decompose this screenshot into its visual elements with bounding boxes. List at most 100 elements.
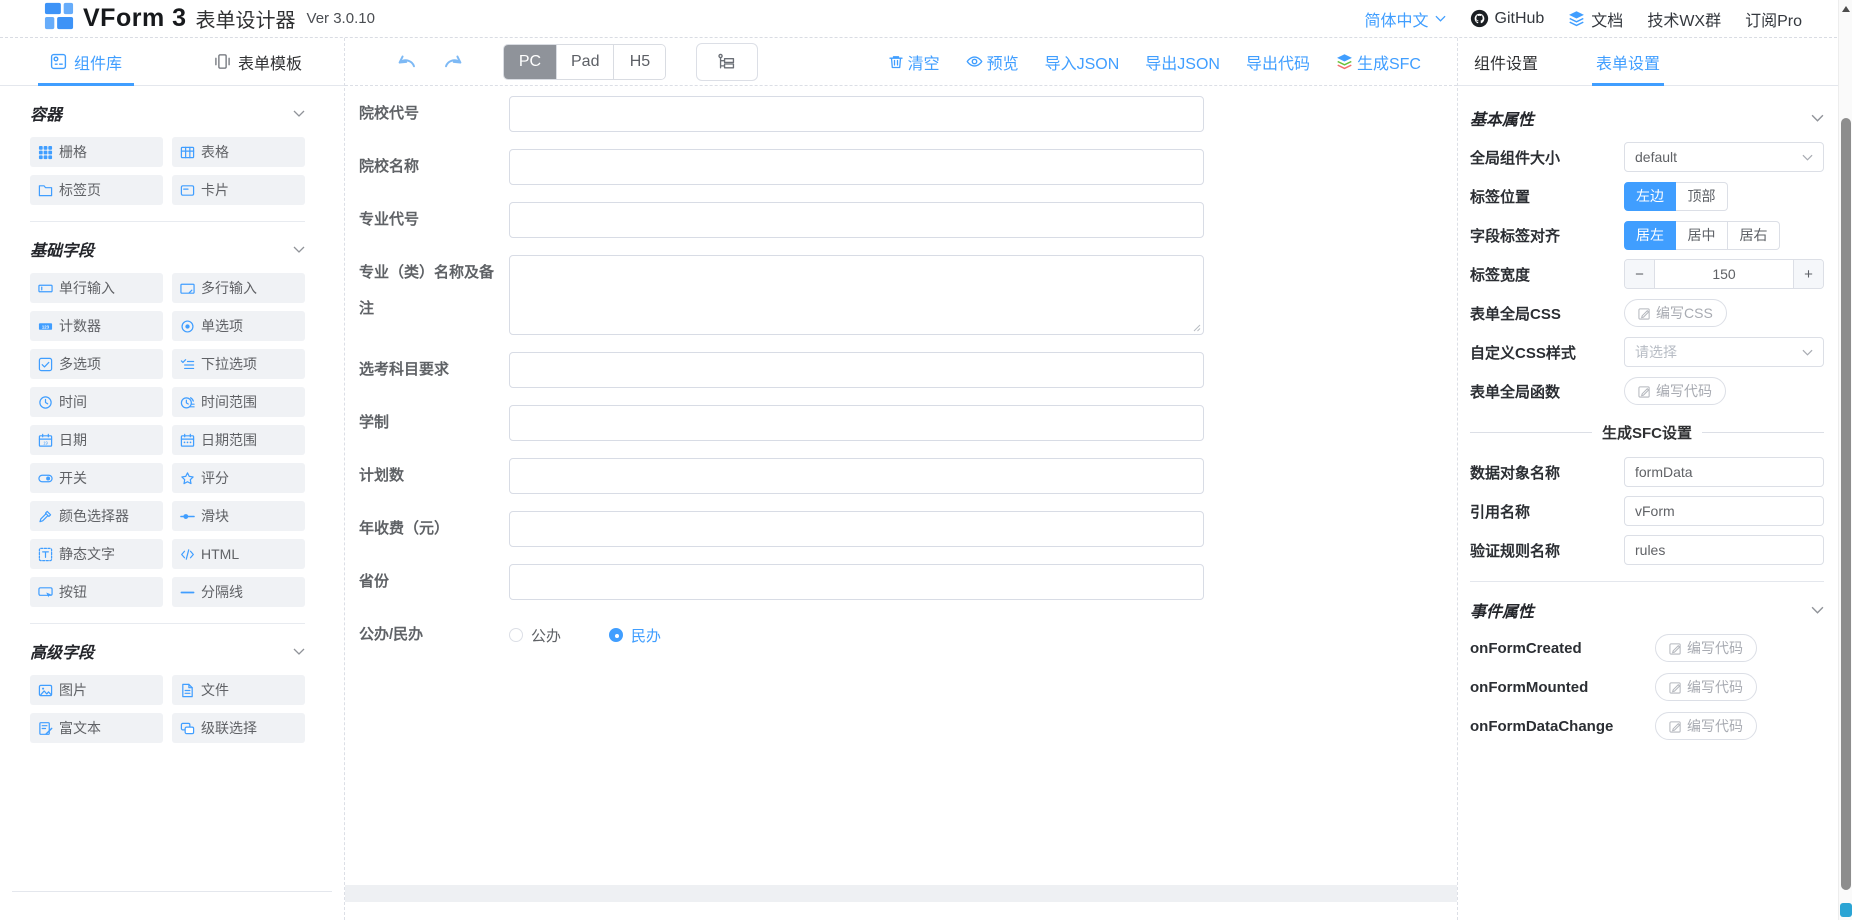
section-header-advanced-fields[interactable]: 高级字段 xyxy=(30,639,305,663)
widget-item-switch[interactable]: 开关 xyxy=(30,463,163,493)
scroll-up-arrow[interactable] xyxy=(1842,6,1850,12)
form-field-row[interactable]: 专业代号 xyxy=(359,202,1204,238)
write-css-button[interactable]: 编写CSS xyxy=(1624,299,1727,327)
form-field-row[interactable]: 公办/民办 公办 民办 xyxy=(359,617,1204,653)
data-object-name-input[interactable] xyxy=(1624,457,1824,487)
tab-form-templates[interactable]: 表单模板 xyxy=(172,38,344,85)
scrollbar-thumb[interactable] xyxy=(1841,118,1851,890)
widget-item-select[interactable]: 下拉选项 xyxy=(172,349,305,379)
widget-item-slider[interactable]: 滑块 xyxy=(172,501,305,531)
redo-button[interactable] xyxy=(443,52,467,71)
widget-item-date[interactable]: 19 日期 xyxy=(30,425,163,455)
write-onformcreated-button[interactable]: 编写代码 xyxy=(1655,634,1757,662)
form-field-row[interactable]: 选考科目要求 xyxy=(359,352,1204,388)
preview-button[interactable]: 预览 xyxy=(966,50,1019,74)
widget-item-color-picker[interactable]: 颜色选择器 xyxy=(30,501,163,531)
advanced-widgets: 图片 文件 富文本 级联选择 xyxy=(30,675,305,743)
tab-widget-settings[interactable]: 组件设置 xyxy=(1470,38,1542,85)
device-pad[interactable]: Pad xyxy=(556,45,613,79)
sfc-layers-icon xyxy=(1336,53,1353,70)
form-field-row[interactable]: 学制 xyxy=(359,405,1204,441)
tab-widget-library[interactable]: 组件库 xyxy=(0,38,172,85)
widget-item-static-text[interactable]: 静态文字 xyxy=(30,539,163,569)
css-class-select[interactable]: 请选择 xyxy=(1624,337,1824,367)
ref-name-input[interactable] xyxy=(1624,496,1824,526)
write-onformmounted-button[interactable]: 编写代码 xyxy=(1655,673,1757,701)
widget-item-picture[interactable]: 图片 xyxy=(30,675,163,705)
widget-item-divider[interactable]: 分隔线 xyxy=(172,577,305,607)
widget-item-rate[interactable]: 评分 xyxy=(172,463,305,493)
form-field-row[interactable]: 省份 xyxy=(359,564,1204,600)
subscribe-pro-link[interactable]: 订阅Pro xyxy=(1745,7,1802,31)
resize-handle-icon[interactable] xyxy=(1191,322,1201,332)
align-left[interactable]: 居左 xyxy=(1624,221,1676,250)
widget-item-file[interactable]: 文件 xyxy=(172,675,305,705)
event-props-header[interactable]: 事件属性 xyxy=(1470,598,1824,622)
textarea-input[interactable] xyxy=(509,255,1204,335)
clear-button[interactable]: 清空 xyxy=(888,50,940,74)
widget-item-rich-text[interactable]: 富文本 xyxy=(30,713,163,743)
import-json-button[interactable]: 导入JSON xyxy=(1045,50,1120,74)
form-field-row[interactable]: 专业（类）名称及备注 xyxy=(359,255,1204,335)
section-header-container[interactable]: 容器 xyxy=(30,101,305,125)
align-right[interactable]: 居右 xyxy=(1728,221,1780,250)
align-center[interactable]: 居中 xyxy=(1676,221,1728,250)
wechat-group-link[interactable]: 技术WX群 xyxy=(1647,7,1721,31)
widget-item-time-range[interactable]: 时间范围 xyxy=(172,387,305,417)
docs-link[interactable]: 文档 xyxy=(1568,7,1623,31)
device-pc[interactable]: PC xyxy=(504,45,556,79)
node-tree-button[interactable] xyxy=(696,43,758,81)
scrollbar-corner-widget[interactable] xyxy=(1840,903,1852,917)
widget-item-button[interactable]: 按钮 xyxy=(30,577,163,607)
radio-option-public[interactable]: 公办 xyxy=(509,625,561,646)
widget-item-checkbox[interactable]: 多选项 xyxy=(30,349,163,379)
basic-props-header[interactable]: 基本属性 xyxy=(1470,106,1824,130)
widget-item-textarea[interactable]: 多行输入 xyxy=(172,273,305,303)
tab-form-settings[interactable]: 表单设置 xyxy=(1592,38,1664,85)
label-position-top[interactable]: 顶部 xyxy=(1676,182,1728,211)
text-input[interactable] xyxy=(509,202,1204,238)
form-field-row[interactable]: 计划数 xyxy=(359,458,1204,494)
widget-item-grid[interactable]: 栅格 xyxy=(30,137,163,167)
undo-button[interactable] xyxy=(393,52,417,71)
export-json-button[interactable]: 导出JSON xyxy=(1145,50,1220,74)
widget-item-table[interactable]: 表格 xyxy=(172,137,305,167)
widget-item-radio[interactable]: 单选项 xyxy=(172,311,305,341)
github-link[interactable]: GitHub xyxy=(1470,9,1545,28)
widget-item-date-range[interactable]: 日期范围 xyxy=(172,425,305,455)
text-input[interactable] xyxy=(509,149,1204,185)
rules-name-input[interactable] xyxy=(1624,535,1824,565)
widget-item-card[interactable]: 卡片 xyxy=(172,175,305,205)
widget-item-input[interactable]: 单行输入 xyxy=(30,273,163,303)
decrease-button[interactable]: − xyxy=(1625,260,1655,288)
export-code-button[interactable]: 导出代码 xyxy=(1246,50,1310,74)
text-input[interactable] xyxy=(509,352,1204,388)
global-size-select[interactable]: default xyxy=(1624,142,1824,172)
text-input[interactable] xyxy=(509,564,1204,600)
write-onformdatachange-button[interactable]: 编写代码 xyxy=(1655,712,1757,740)
form-canvas[interactable]: 院校代号 院校名称 专业代号 专业（类）名称及备注 xyxy=(345,86,1457,920)
prop-label: 标签位置 xyxy=(1470,186,1624,207)
write-functions-button[interactable]: 编写代码 xyxy=(1624,377,1726,405)
text-input[interactable] xyxy=(509,405,1204,441)
widget-item-number[interactable]: 123 计数器 xyxy=(30,311,163,341)
increase-button[interactable]: + xyxy=(1793,260,1823,288)
widget-item-tab[interactable]: 标签页 xyxy=(30,175,163,205)
generate-sfc-button[interactable]: 生成SFC xyxy=(1336,50,1421,74)
text-input[interactable] xyxy=(509,458,1204,494)
label-width-input[interactable] xyxy=(1655,260,1793,288)
form-field-row[interactable]: 年收费（元） xyxy=(359,511,1204,547)
widget-item-cascader[interactable]: 级联选择 xyxy=(172,713,305,743)
text-input[interactable] xyxy=(509,511,1204,547)
form-field-row[interactable]: 院校名称 xyxy=(359,149,1204,185)
radio-option-private[interactable]: 民办 xyxy=(609,625,661,646)
language-selector[interactable]: 简体中文 xyxy=(1364,7,1445,31)
device-h5[interactable]: H5 xyxy=(613,45,665,79)
widget-item-time[interactable]: 时间 xyxy=(30,387,163,417)
text-input[interactable] xyxy=(509,96,1204,132)
label-position-left[interactable]: 左边 xyxy=(1624,182,1676,211)
time-range-icon xyxy=(180,395,195,410)
form-field-row[interactable]: 院校代号 xyxy=(359,96,1204,132)
widget-item-html[interactable]: HTML xyxy=(172,539,305,569)
section-header-basic-fields[interactable]: 基础字段 xyxy=(30,237,305,261)
